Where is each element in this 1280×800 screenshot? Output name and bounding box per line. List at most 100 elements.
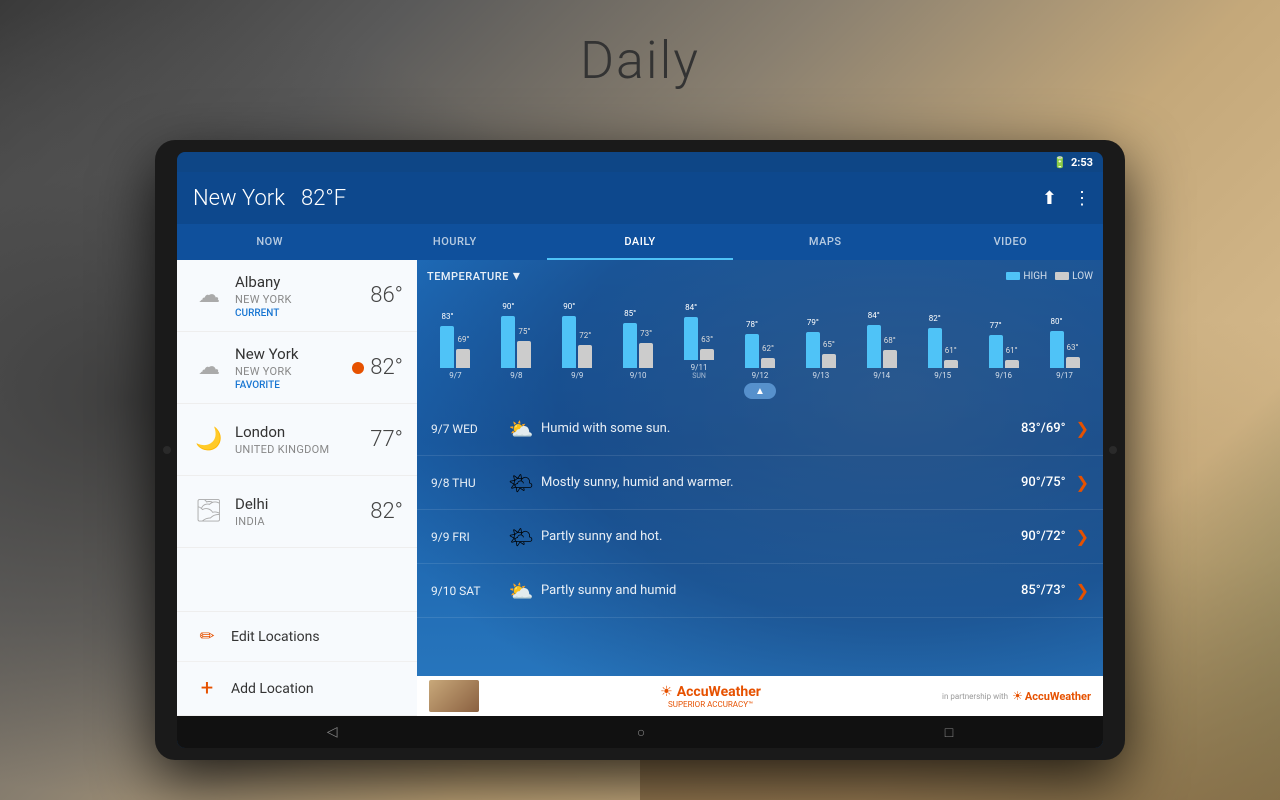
legend-high-label: HIGH: [1023, 271, 1047, 282]
add-icon: +: [193, 676, 221, 701]
daily-temps-3: 85°/73°: [1021, 583, 1066, 598]
tablet-camera-right: [1109, 446, 1117, 454]
daily-icon-2: 🌤: [501, 525, 541, 549]
bar-low-9/9: 72°: [578, 345, 592, 368]
daily-temps-0: 83°/69°: [1021, 421, 1066, 436]
sidebar-actions: ✏ Edit Locations + Add Location: [177, 611, 417, 716]
bar-low-label-9/12: 62°: [762, 344, 774, 353]
bar-high-label-9/10: 85°: [624, 309, 636, 318]
bar-high-9/7: 83°: [440, 326, 454, 368]
accu-tagline: SUPERIOR ACCURACY™: [660, 700, 761, 709]
bar-high-9/8: 90°: [501, 316, 515, 369]
tablet-frame: 🔋 2:53 New York 82°F ⬆ ⋮ NOW HOURLY DAIL…: [155, 140, 1125, 760]
bar-group-9/7: 83°69° 9/7: [427, 303, 484, 380]
legend-high: HIGH: [1006, 271, 1047, 282]
daily-desc-3: Partly sunny and humid: [541, 583, 1021, 598]
weather-icon-albany: ☁: [191, 278, 227, 314]
location-region-london: UNITED KINGDOM: [235, 443, 370, 456]
bar-low-label-9/14: 68°: [884, 336, 896, 345]
share-icon[interactable]: ⬆: [1042, 188, 1057, 209]
bar-high-label-9/12: 78°: [746, 320, 758, 329]
daily-arrow-1[interactable]: ❯: [1076, 473, 1089, 492]
daily-arrow-0[interactable]: ❯: [1076, 419, 1089, 438]
bar-date-9/17: 9/17: [1056, 371, 1073, 380]
location-name-delhi: Delhi: [235, 495, 370, 513]
location-item-london[interactable]: 🌙 London UNITED KINGDOM 77°: [177, 404, 417, 476]
legend-low-label: LOW: [1072, 271, 1093, 282]
daily-row-3[interactable]: 9/10 SAT⛅Partly sunny and humid85°/73°❯: [417, 564, 1103, 618]
bar-group-9/12: 78°62°9/12: [732, 303, 789, 380]
bar-high-label-9/14: 84°: [868, 311, 880, 320]
bar-low-9/14: 68°: [883, 350, 897, 368]
tab-daily[interactable]: DAILY: [547, 224, 732, 260]
bar-low-9/12: 62°: [761, 358, 775, 368]
bar-high-label-9/8: 90°: [502, 302, 514, 311]
bar-date-9/10: 9/10: [630, 371, 647, 380]
bar-date-9/15: 9/15: [934, 371, 951, 380]
bar-high-9/9: 90°: [562, 316, 576, 369]
bar-date-9/11: 9/11: [691, 363, 708, 372]
location-item-albany[interactable]: ☁ Albany NEW YORK CURRENT 86°: [177, 260, 417, 332]
menu-icon[interactable]: ⋮: [1073, 188, 1091, 209]
bar-low-label-9/8: 75°: [518, 327, 530, 336]
bar-low-label-9/11: 63°: [701, 335, 713, 344]
tab-maps[interactable]: MAPS: [733, 224, 918, 260]
bar-high-9/14: 84°: [867, 325, 881, 369]
edit-locations-button[interactable]: ✏ Edit Locations: [177, 612, 417, 662]
location-temp-newyork: 82°: [370, 355, 403, 380]
tab-video[interactable]: VIDEO: [918, 224, 1103, 260]
tab-now[interactable]: NOW: [177, 224, 362, 260]
bar-date-9/9: 9/9: [571, 371, 583, 380]
daily-row-2[interactable]: 9/9 FRI🌤Partly sunny and hot.90°/72°❯: [417, 510, 1103, 564]
bar-low-9/15: 61°: [944, 360, 958, 368]
daily-arrow-2[interactable]: ❯: [1076, 527, 1089, 546]
location-item-newyork[interactable]: ☁ New York NEW YORK FAVORITE 82°: [177, 332, 417, 404]
bar-date-9/14: 9/14: [873, 371, 890, 380]
bar-group-9/14: 84°68°9/14: [853, 303, 910, 380]
location-item-delhi[interactable]: 🌫 Delhi INDIA 82°: [177, 476, 417, 548]
bar-low-9/11: 63°: [700, 349, 714, 360]
location-tag-newyork: FAVORITE: [235, 380, 352, 391]
bar-low-9/7: 69°: [456, 349, 470, 368]
bar-date-9/8: 9/8: [510, 371, 522, 380]
bar-low-label-9/10: 73°: [640, 329, 652, 338]
bar-low-9/8: 75°: [517, 341, 531, 369]
daily-date-1: 9/8 THU: [431, 476, 501, 490]
bar-group-9/16: 77°61°9/16: [975, 303, 1032, 380]
home-button[interactable]: ○: [637, 724, 645, 741]
recents-button[interactable]: □: [945, 724, 953, 741]
chart-legend: HIGH LOW: [1006, 271, 1093, 282]
bar-low-label-9/9: 72°: [579, 331, 591, 340]
daily-row-1[interactable]: 9/8 THU🌤Mostly sunny, humid and warmer.9…: [417, 456, 1103, 510]
chart-dropdown-arrow[interactable]: ▾: [513, 268, 520, 284]
daily-arrow-3[interactable]: ❯: [1076, 581, 1089, 600]
daily-icon-0: ⛅: [501, 417, 541, 441]
daily-row-0[interactable]: 9/7 WED⛅Humid with some sun.83°/69°❯: [417, 402, 1103, 456]
location-tag-albany: CURRENT: [235, 308, 370, 319]
daily-desc-0: Humid with some sun.: [541, 421, 1021, 436]
bar-date-9/7: 9/7: [449, 371, 461, 380]
bar-high-9/15: 82°: [928, 328, 942, 369]
app-header: New York 82°F ⬆ ⋮: [177, 172, 1103, 224]
bar-date-9/12: 9/12: [752, 371, 769, 380]
accuweather-banner: ☀ AccuWeather SUPERIOR ACCURACY™ in part…: [417, 676, 1103, 716]
scroll-up-button[interactable]: ▲: [744, 383, 776, 399]
location-temp-london: 77°: [370, 427, 403, 452]
daily-temps-2: 90°/72°: [1021, 529, 1066, 544]
bar-low-label-9/17: 63°: [1067, 343, 1079, 352]
location-info-albany: Albany NEW YORK CURRENT: [235, 273, 370, 319]
bar-low-9/10: 73°: [639, 343, 653, 368]
add-location-button[interactable]: + Add Location: [177, 662, 417, 716]
bar-day-9/11: SUN: [692, 372, 706, 380]
bar-high-9/12: 78°: [745, 334, 759, 369]
back-button[interactable]: ◁: [327, 724, 338, 740]
daily-desc-1: Mostly sunny, humid and warmer.: [541, 475, 1021, 490]
daily-desc-2: Partly sunny and hot.: [541, 529, 1021, 544]
accu-partnership: in partnership with: [942, 692, 1008, 701]
edit-icon: ✏: [193, 626, 221, 647]
tab-hourly[interactable]: HOURLY: [362, 224, 547, 260]
bar-group-9/13: 79°65°9/13: [792, 303, 849, 380]
accu-logo-center: ☀ AccuWeather SUPERIOR ACCURACY™: [479, 684, 942, 709]
battery-icon: 🔋: [1053, 156, 1067, 169]
daily-forecast-list: 9/7 WED⛅Humid with some sun.83°/69°❯9/8 …: [417, 402, 1103, 676]
